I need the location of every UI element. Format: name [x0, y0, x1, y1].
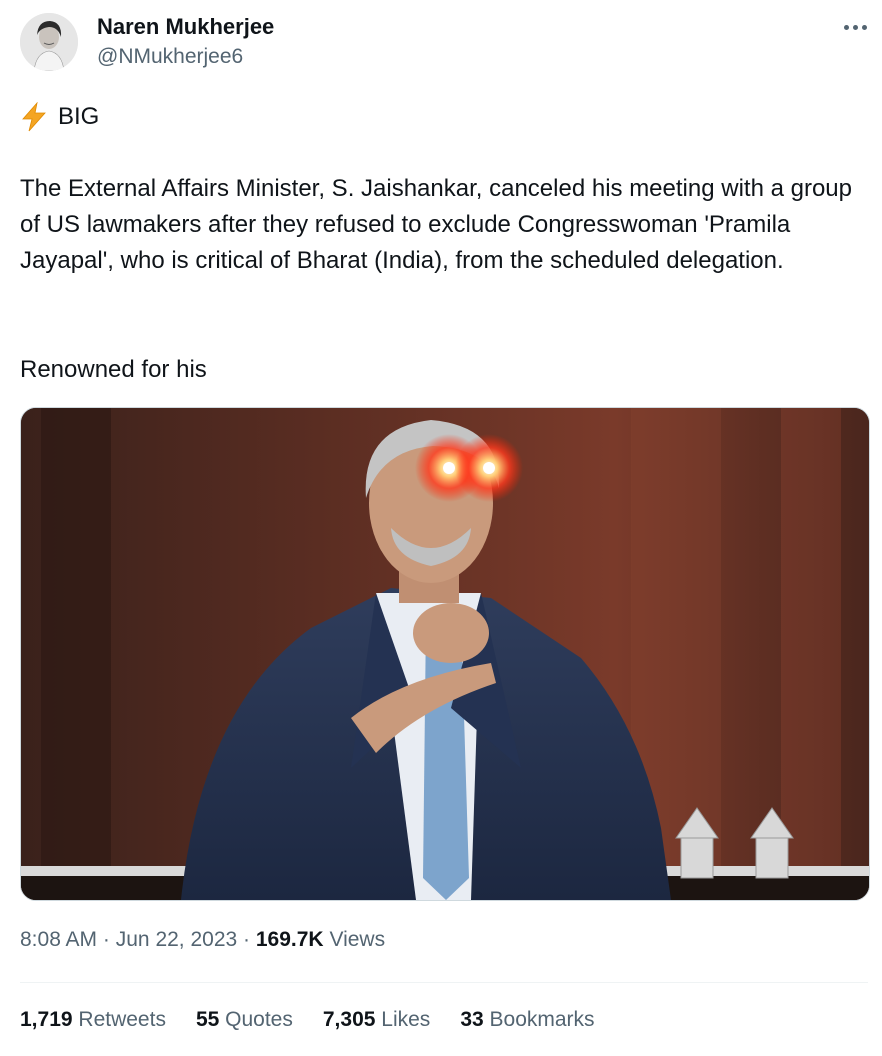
- likes-stat[interactable]: 7,305 Likes: [323, 1008, 430, 1032]
- tweet-time[interactable]: 8:08 AM: [20, 928, 97, 951]
- tweet-lead-text: BIG: [58, 103, 100, 130]
- photo-illustration: [21, 408, 869, 900]
- engagement-stats: 1,719 Retweets 55 Quotes 7,305 Likes 33 …: [20, 1008, 625, 1032]
- meta-separator: ·: [102, 928, 110, 951]
- divider: [20, 982, 868, 983]
- tweet-meta: 8:08 AM · Jun 22, 2023 · 169.7K Views: [20, 928, 385, 952]
- views-count: 169.7K: [255, 928, 324, 951]
- stat-count: 1,719: [20, 1008, 73, 1031]
- bookmarks-stat[interactable]: 33 Bookmarks: [460, 1008, 594, 1032]
- stat-label: Likes: [381, 1008, 431, 1031]
- tweet-lead-line: BIG: [20, 102, 99, 132]
- tweet-photo[interactable]: [20, 407, 870, 901]
- meta-separator: ·: [243, 928, 251, 951]
- more-options-icon[interactable]: [838, 14, 872, 40]
- stat-count: 33: [460, 1008, 484, 1031]
- avatar-image: [20, 13, 78, 71]
- tweet-body: The External Affairs Minister, S. Jaisha…: [20, 175, 852, 274]
- author-handle[interactable]: @NMukherjee6: [97, 45, 243, 69]
- retweets-stat[interactable]: 1,719 Retweets: [20, 1008, 166, 1032]
- tweet-body-continued: Renowned for his: [20, 356, 207, 383]
- stat-label: Bookmarks: [489, 1008, 595, 1031]
- stat-count: 55: [195, 1008, 220, 1031]
- views-label: Views: [329, 928, 386, 951]
- avatar[interactable]: [20, 13, 78, 71]
- author-name[interactable]: Naren Mukherjee: [97, 14, 274, 40]
- stat-label: Retweets: [78, 1008, 166, 1031]
- quotes-stat[interactable]: 55 Quotes: [196, 1008, 293, 1032]
- tweet-header: Naren Mukherjee @NMukherjee6: [0, 0, 882, 90]
- lightning-bolt-icon: [22, 102, 46, 132]
- stat-count: 7,305: [322, 1008, 376, 1031]
- tweet-date[interactable]: Jun 22, 2023: [116, 928, 237, 951]
- stat-label: Quotes: [225, 1008, 293, 1031]
